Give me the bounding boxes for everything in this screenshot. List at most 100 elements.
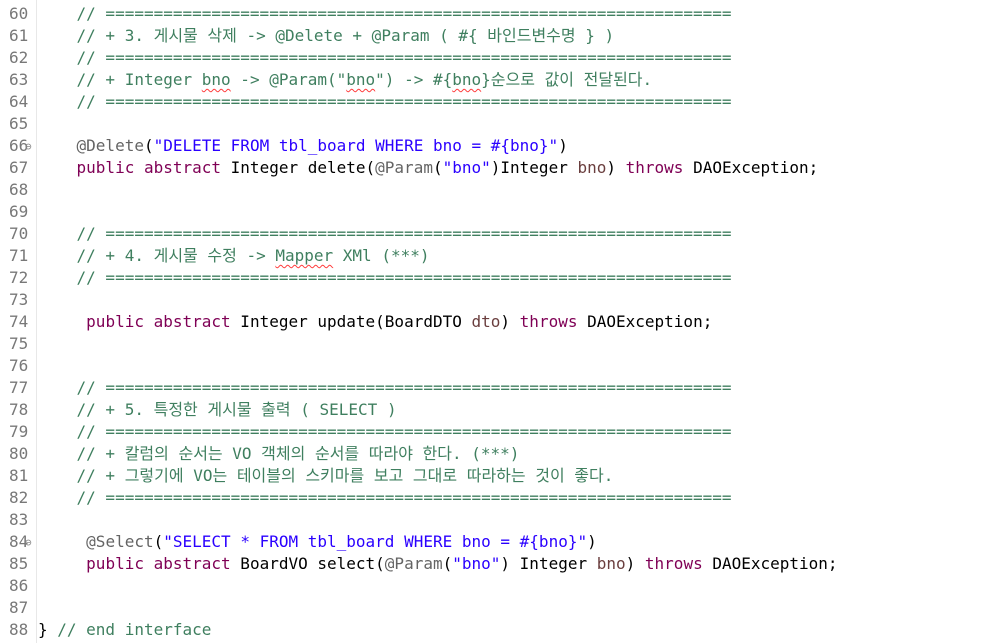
line-gutter: 74 (0, 311, 38, 333)
line-gutter: 71 (0, 245, 38, 267)
line-number: 86 (9, 576, 29, 595)
code-token-plain: } (38, 620, 58, 639)
code-text: // + 3. 게시물 삭제 -> @Delete + @Param ( #{ … (38, 25, 615, 47)
fold-toggle-icon[interactable]: ⊖ (25, 136, 32, 158)
code-token-keyword: throws (625, 158, 684, 177)
code-text: public abstract BoardVO select(@Param("b… (38, 553, 838, 575)
code-token-string: "SELECT * FROM tbl_board WHERE bno = #{b… (163, 532, 588, 551)
code-line[interactable]: 69 (0, 201, 1005, 223)
code-token-comment: -> @Param(" (230, 70, 347, 89)
code-line[interactable]: 61 // + 3. 게시물 삭제 -> @Delete + @Param ( … (0, 25, 1005, 47)
code-line[interactable]: 83 (0, 509, 1005, 531)
line-gutter: 81 (0, 465, 38, 487)
code-token-keyword: public (86, 312, 144, 331)
code-line[interactable]: 84 ⊖ @Select("SELECT * FROM tbl_board WHE… (0, 531, 1005, 553)
code-text: // =====================================… (38, 223, 732, 245)
code-line[interactable]: 86 (0, 575, 1005, 597)
line-gutter: 65 (0, 113, 38, 135)
code-token-comment: // =====================================… (38, 224, 732, 243)
code-editor[interactable]: 60 // ==================================… (0, 3, 1005, 641)
code-line[interactable]: 62 // ==================================… (0, 47, 1005, 69)
code-line[interactable]: 76 (0, 355, 1005, 377)
code-line[interactable]: 67 public abstract Integer delete(@Param… (0, 157, 1005, 179)
code-token-comment: // + 5. 특정한 게시물 출력 ( SELECT ) (38, 400, 397, 419)
code-line[interactable]: 72 // ==================================… (0, 267, 1005, 289)
code-text: // =====================================… (38, 421, 732, 443)
code-line[interactable]: 60 // ==================================… (0, 3, 1005, 25)
line-gutter: 61 (0, 25, 38, 47)
code-line[interactable]: 63 // + Integer bno -> @Param("bno") -> … (0, 69, 1005, 91)
code-line[interactable]: 79 // ==================================… (0, 421, 1005, 443)
code-token-plain: ( (442, 554, 453, 573)
code-text: // =====================================… (38, 487, 732, 509)
line-number: 64 (9, 92, 29, 111)
line-number: 83 (9, 510, 29, 529)
line-gutter: 78 (0, 399, 38, 421)
code-token-string: "DELETE FROM tbl_board WHERE bno = #{bno… (153, 136, 559, 155)
line-gutter: 68 (0, 179, 38, 201)
code-line[interactable]: 70 // ==================================… (0, 223, 1005, 245)
code-token-annotation: @Select (86, 532, 154, 551)
code-line[interactable]: 81 // + 그렇기에 VO는 테이블의 스키마를 보고 그대로 따라하는 것… (0, 465, 1005, 487)
code-text: public abstract Integer delete(@Param("b… (38, 157, 819, 179)
code-line[interactable]: 87 (0, 597, 1005, 619)
code-line[interactable]: 66 ⊖ @Delete("DELETE FROM tbl_board WHERE… (0, 135, 1005, 157)
code-token-plain: ( (432, 158, 443, 177)
code-line[interactable]: 68 (0, 179, 1005, 201)
line-number: 70 (9, 224, 29, 243)
code-token-comment: // =====================================… (38, 92, 732, 111)
code-token-comment: // =====================================… (38, 488, 732, 507)
code-token-plain: ) Integer (500, 554, 597, 573)
code-line[interactable]: 74 public abstract Integer update(BoardD… (0, 311, 1005, 333)
spelling-warning-token: bno (201, 70, 231, 89)
code-token-keyword: abstract (143, 158, 222, 177)
fold-toggle-icon[interactable]: ⊖ (25, 532, 32, 554)
line-gutter: 87 (0, 597, 38, 619)
line-number: 79 (9, 422, 29, 441)
spelling-warning-token: bno (346, 70, 376, 89)
code-token-keyword: throws (644, 554, 703, 573)
line-gutter: 82 (0, 487, 38, 509)
code-line[interactable]: 82 // ==================================… (0, 487, 1005, 509)
code-line[interactable]: 77 // ==================================… (0, 377, 1005, 399)
code-token-plain: ( (153, 532, 164, 551)
code-token-comment: ") -> #{ (375, 70, 453, 89)
code-token-plain: ) (587, 532, 597, 551)
line-gutter: 72 (0, 267, 38, 289)
code-token-keyword: public (76, 158, 135, 177)
line-number: 81 (9, 466, 29, 485)
line-number: 87 (9, 598, 29, 617)
code-token-comment: }순으로 값이 전달된다. (481, 70, 653, 89)
code-text: // =====================================… (38, 267, 732, 289)
code-line[interactable]: 71 // + 4. 게시물 수정 -> Mapper XMl (***) (0, 245, 1005, 267)
code-text: // + 칼럼의 순서는 VO 객체의 순서를 따라야 한다. (***) (38, 443, 520, 465)
code-line[interactable]: 85 public abstract BoardVO select(@Param… (0, 553, 1005, 575)
line-number: 67 (9, 158, 29, 177)
code-token-keyword: throws (519, 312, 578, 331)
line-gutter: 88 (0, 619, 38, 641)
code-token-annotation: @Delete (76, 136, 144, 155)
line-number: 71 (9, 246, 29, 265)
code-token-comment: // =====================================… (38, 422, 732, 441)
line-number: 68 (9, 180, 29, 199)
code-line[interactable]: 64 // ==================================… (0, 91, 1005, 113)
code-line[interactable]: 80 // + 칼럼의 순서는 VO 객체의 순서를 따라야 한다. (***) (0, 443, 1005, 465)
line-number: 75 (9, 334, 29, 353)
code-token-param: dto (471, 312, 501, 331)
code-line[interactable]: 88} // end interface (0, 619, 1005, 641)
code-line[interactable]: 65 (0, 113, 1005, 135)
code-token-plain: DAOException; (577, 312, 713, 331)
code-token-plain: BoardVO select( (230, 554, 385, 573)
line-number: 69 (9, 202, 29, 221)
code-line[interactable]: 78 // + 5. 특정한 게시물 출력 ( SELECT ) (0, 399, 1005, 421)
code-text: // + 4. 게시물 수정 -> Mapper XMl (***) (38, 245, 430, 267)
code-token-plain: Integer delete( (221, 158, 376, 177)
code-token-plain: )Integer (490, 158, 578, 177)
code-line[interactable]: 75 (0, 333, 1005, 355)
code-token-comment: // + Integer (38, 70, 202, 89)
code-line[interactable]: 73 (0, 289, 1005, 311)
code-token-plain: DAOException; (702, 554, 838, 573)
line-number: 74 (9, 312, 29, 331)
